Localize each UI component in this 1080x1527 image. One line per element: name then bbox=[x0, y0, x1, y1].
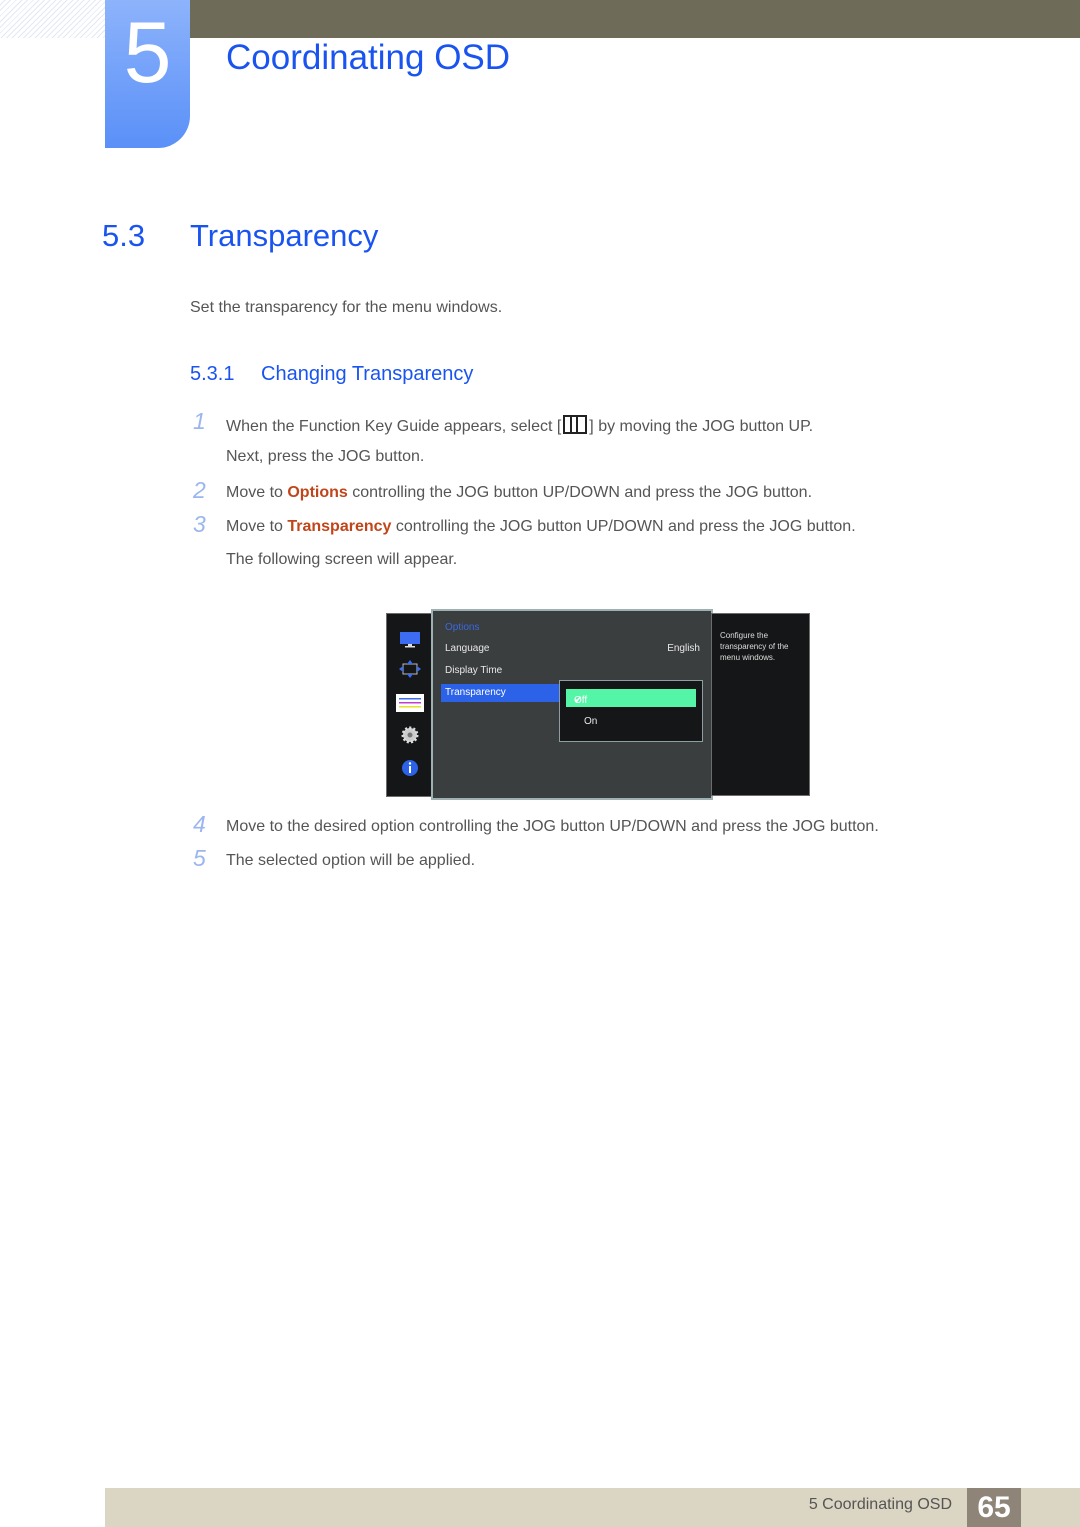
step-text-part: controlling the JOG button UP/DOWN and p… bbox=[391, 518, 856, 535]
subsection-number: 5.3.1 bbox=[190, 363, 235, 385]
menu-key-icon bbox=[563, 415, 588, 434]
step-text-part: ] by moving the JOG button UP. bbox=[589, 418, 814, 435]
step-text-part: When the Function Key Guide appears, sel… bbox=[226, 418, 562, 435]
step-text: Move to the desired option controlling t… bbox=[226, 818, 879, 835]
footer-chapter-label: 5 Coordinating OSD bbox=[808, 1496, 952, 1513]
section-intro: Set the transparency for the menu window… bbox=[190, 299, 503, 316]
settings-gear-icon bbox=[401, 726, 419, 744]
osd-menu-item-transparency[interactable]: Transparency bbox=[441, 684, 571, 702]
step-number: 1 bbox=[193, 408, 206, 434]
step-text-continued: The following screen will appear. bbox=[226, 551, 458, 568]
osd-option-off[interactable]: ✔ Off bbox=[566, 689, 696, 707]
chapter-title: Coordinating OSD bbox=[226, 38, 511, 77]
step-number: 2 bbox=[193, 477, 206, 503]
chapter-number: 5 bbox=[123, 5, 172, 101]
osd-help-panel: Configure the transparency of the menu w… bbox=[711, 613, 810, 796]
step-text: Move to Transparency controlling the JOG… bbox=[226, 518, 856, 536]
header-bar bbox=[190, 0, 1080, 38]
step-text-part: controlling the JOG button UP/DOWN and p… bbox=[347, 484, 813, 501]
step-text-part: Move to bbox=[226, 484, 288, 501]
section-title: Transparency bbox=[190, 218, 379, 253]
osd-menu-item-display-time[interactable]: Display Time bbox=[445, 665, 502, 676]
step-text: The selected option will be applied. bbox=[226, 852, 476, 869]
step-number: 3 bbox=[193, 511, 206, 537]
step-text-continued: Next, press the JOG button. bbox=[226, 448, 425, 465]
osd-main-menu: Options Language English Display Time Tr… bbox=[431, 609, 713, 800]
chapter-number-badge: 5 bbox=[105, 0, 190, 148]
osd-help-text: Configure the transparency of the menu w… bbox=[720, 631, 789, 662]
step-text: When the Function Key Guide appears, sel… bbox=[226, 415, 813, 436]
osd-submenu: ✔ Off On bbox=[559, 680, 703, 742]
osd-sidebar bbox=[386, 613, 434, 797]
position-icon bbox=[399, 660, 421, 678]
highlight-term: Options bbox=[287, 484, 348, 501]
header-stripe-decoration bbox=[0, 0, 105, 38]
osd-option-label: Off bbox=[574, 695, 588, 706]
picture-icon bbox=[400, 632, 420, 648]
options-icon bbox=[396, 694, 424, 712]
subsection-title: Changing Transparency bbox=[261, 363, 474, 385]
highlight-term: Transparency bbox=[287, 518, 392, 535]
step-number: 5 bbox=[193, 845, 206, 871]
page-footer: 5 Coordinating OSD bbox=[105, 1488, 1080, 1527]
step-number: 4 bbox=[193, 811, 206, 837]
osd-menu-item-language[interactable]: Language bbox=[445, 643, 490, 654]
osd-menu-item-label: Transparency bbox=[445, 687, 506, 698]
page-number: 65 bbox=[967, 1488, 1021, 1527]
step-text: Move to Options controlling the JOG butt… bbox=[226, 484, 812, 502]
osd-menu-title: Options bbox=[445, 622, 480, 633]
osd-option-on[interactable]: On bbox=[584, 716, 597, 727]
section-number: 5.3 bbox=[102, 218, 146, 253]
osd-language-value: English bbox=[667, 643, 700, 654]
step-text-part: Move to bbox=[226, 518, 288, 535]
info-icon bbox=[402, 760, 418, 776]
